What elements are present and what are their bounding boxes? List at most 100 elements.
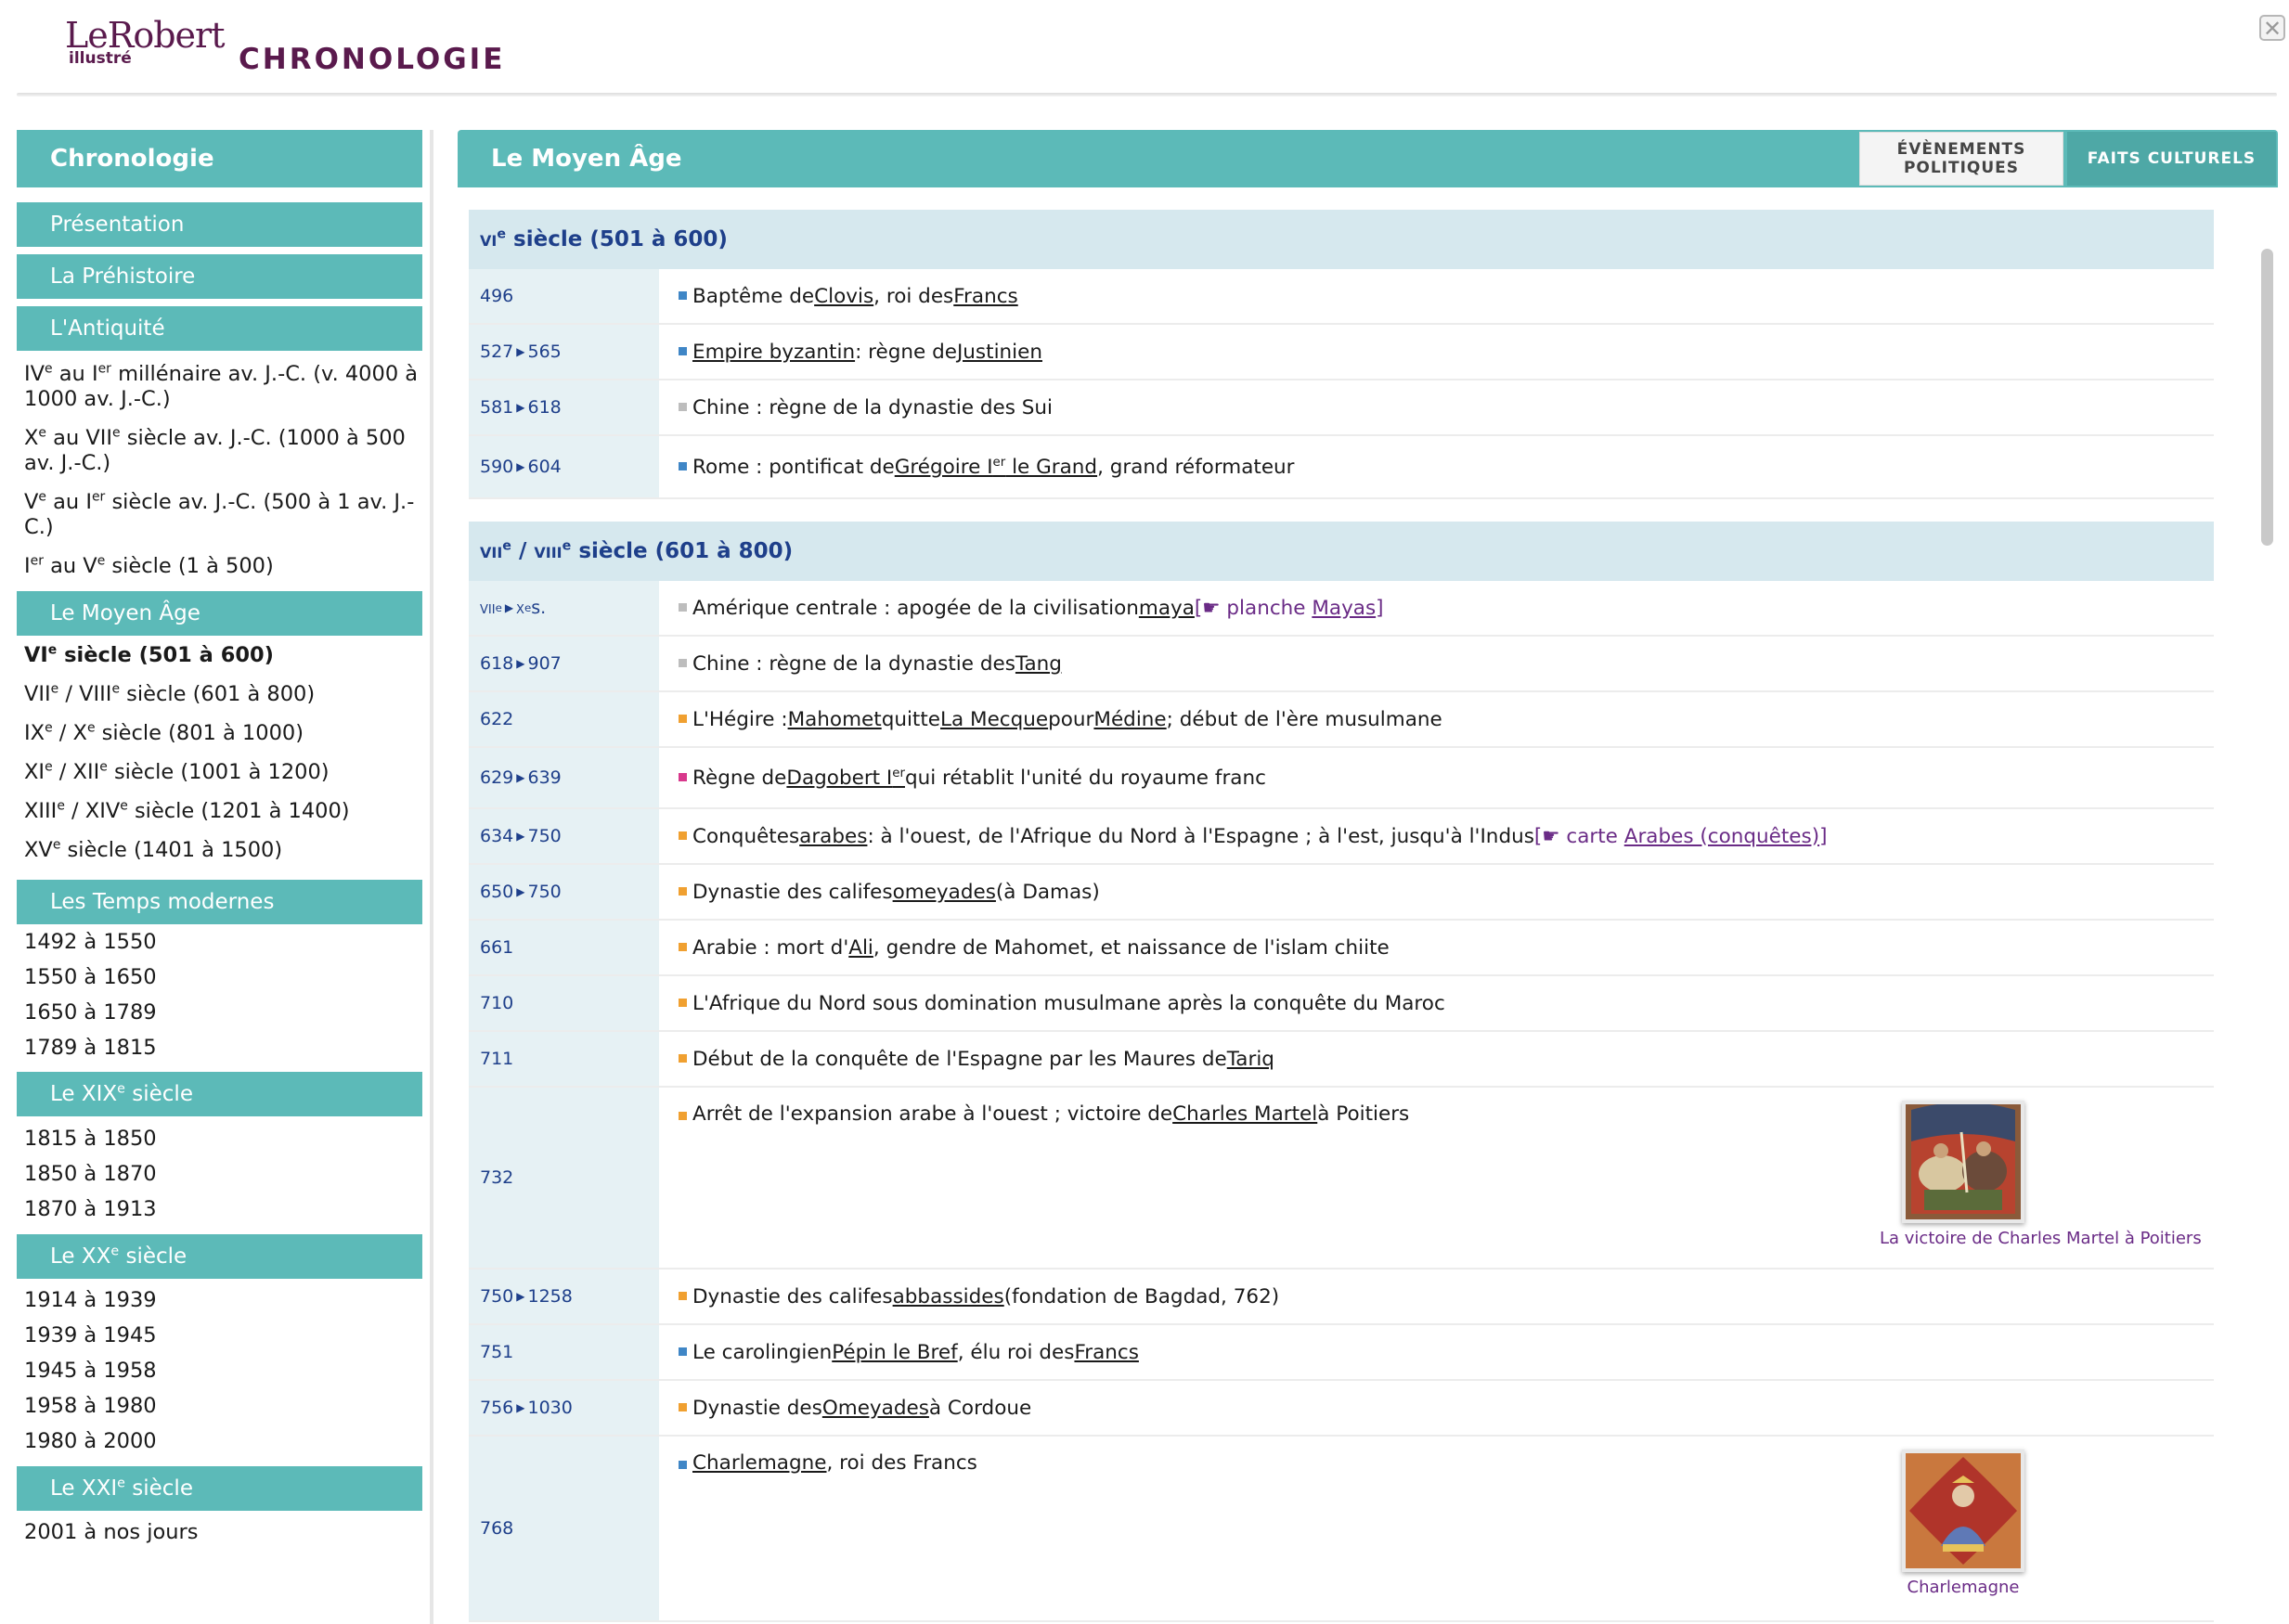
sidebar-item-moyen-age[interactable]: Le Moyen Âge bbox=[17, 591, 422, 636]
charlemagne-image[interactable] bbox=[1902, 1450, 2024, 1572]
table-row: 496 Baptême de Clovis, roi des Francs bbox=[469, 269, 2214, 325]
arrow-right-icon: ▶ bbox=[504, 601, 514, 614]
event-date: 768 bbox=[469, 1437, 659, 1620]
link-maya[interactable]: maya bbox=[1139, 597, 1195, 620]
sidebar-item-tm-3[interactable]: 1650 à 1789 bbox=[24, 1000, 433, 1025]
event-text: Chine : règne de la dynastie des Tang bbox=[659, 637, 2214, 690]
link-tariq[interactable]: Tariq bbox=[1227, 1048, 1274, 1071]
sidebar-item-ma-vi[interactable]: VIe siècle (501 à 600) bbox=[24, 643, 433, 668]
sidebar-item-antiquite[interactable]: L'Antiquité bbox=[17, 306, 422, 351]
table-row: 622 L'Hégire : Mahomet quitte La Mecque … bbox=[469, 692, 2214, 748]
event-text: Arabie : mort d' Ali, gendre de Mahomet, … bbox=[659, 921, 2214, 974]
event-text: Dynastie des Omeyades à Cordoue bbox=[659, 1381, 2214, 1435]
thumbnail-caption[interactable]: La victoire de Charles Martel à Poitiers bbox=[1880, 1229, 2202, 1248]
link-francs[interactable]: Francs bbox=[953, 285, 1017, 308]
sidebar-item-antiquite-1[interactable]: IVe au Ier millénaire av. J.-C. (v. 4000… bbox=[24, 362, 433, 412]
event-date: 751 bbox=[469, 1325, 659, 1379]
link-clovis[interactable]: Clovis bbox=[814, 285, 873, 308]
sidebar-item-xix-1[interactable]: 1815 à 1850 bbox=[24, 1127, 433, 1152]
sidebar-item-ma-vii-viii[interactable]: VIIe / VIIIe siècle (601 à 800) bbox=[24, 682, 433, 707]
sidebar-item-xx-4[interactable]: 1958 à 1980 bbox=[24, 1394, 433, 1419]
table-row: 710 L'Afrique du Nord sous domination mu… bbox=[469, 976, 2214, 1032]
bullet-icon bbox=[679, 603, 687, 612]
sidebar-item-antiquite-3[interactable]: Ve au Ier siècle av. J.-C. (500 à 1 av. … bbox=[24, 490, 433, 540]
bullet-icon bbox=[679, 291, 687, 300]
link-omeyades-2[interactable]: Omeyades bbox=[822, 1397, 929, 1420]
sidebar-item-xxi-1[interactable]: 2001 à nos jours bbox=[24, 1520, 433, 1545]
event-text: Empire byzantin : règne de Justinien bbox=[659, 325, 2214, 379]
sidebar-item-xix[interactable]: Le XIXe siècle bbox=[17, 1072, 422, 1116]
close-icon: ✕ bbox=[2262, 16, 2283, 42]
section-header-vii-viii: viie / viiie siècle (601 à 800) bbox=[469, 522, 2214, 581]
link-tang[interactable]: Tang bbox=[1015, 652, 1062, 676]
battle-image[interactable] bbox=[1902, 1101, 2024, 1223]
sidebar-item-xx-3[interactable]: 1945 à 1958 bbox=[24, 1359, 433, 1384]
link-abbassides[interactable]: abbassides bbox=[893, 1285, 1004, 1308]
link-dagobert[interactable]: Dagobert Ier bbox=[786, 767, 905, 790]
table-row: 629 ▶ 639 Règne de Dagobert Ier qui rétabl… bbox=[469, 748, 2214, 809]
sidebar-item-temps-modernes[interactable]: Les Temps modernes bbox=[17, 880, 422, 924]
sidebar-item-xx[interactable]: Le XXe siècle bbox=[17, 1234, 422, 1279]
tab-faits-culturels[interactable]: Faits culturels bbox=[2067, 132, 2276, 186]
sidebar-item-ma-ix-x[interactable]: IXe / Xe siècle (801 à 1000) bbox=[24, 721, 433, 746]
arrow-right-icon: ▶ bbox=[516, 885, 525, 898]
sidebar-item-xx-1[interactable]: 1914 à 1939 bbox=[24, 1288, 433, 1313]
sidebar-item-tm-1[interactable]: 1492 à 1550 bbox=[24, 930, 433, 955]
scrollbar-thumb[interactable] bbox=[2261, 249, 2273, 546]
table-row: 618 ▶ 907 Chine : règne de la dynastie des… bbox=[469, 637, 2214, 692]
close-button[interactable]: ✕ bbox=[2259, 15, 2285, 41]
bullet-icon bbox=[679, 1347, 687, 1356]
thumbnail-caption[interactable]: Charlemagne bbox=[1880, 1578, 2047, 1597]
link-mahomet[interactable]: Mahomet bbox=[788, 708, 882, 731]
sidebar-item-xix-3[interactable]: 1870 à 1913 bbox=[24, 1197, 433, 1222]
table-row: 750 ▶ 1258 Dynastie des califes abbassides… bbox=[469, 1270, 2214, 1325]
thumbnail-charlemagne[interactable]: Charlemagne bbox=[1880, 1450, 2047, 1597]
timeline-content: vie siècle (501 à 600) 496 Baptême de Cl… bbox=[469, 210, 2214, 1624]
sidebar-item-antiquite-2[interactable]: Xe au VIIe siècle av. J.-C. (1000 à 500 … bbox=[24, 426, 433, 476]
table-row: 581 ▶ 618 Chine : règne de la dynastie des… bbox=[469, 380, 2214, 436]
event-text: Dynastie des califes abbassides (fondati… bbox=[659, 1270, 2214, 1323]
link-empire-byzantin[interactable]: Empire byzantin bbox=[692, 341, 855, 364]
link-omeyades[interactable]: omeyades bbox=[893, 881, 996, 904]
tab-evenements-politiques[interactable]: Évènements politiques bbox=[1859, 132, 2063, 186]
link-pepin-le-bref[interactable]: Pépin le Bref bbox=[832, 1341, 957, 1364]
event-date: 622 bbox=[469, 692, 659, 746]
sidebar-item-ma-xv[interactable]: XVe siècle (1401 à 1500) bbox=[24, 838, 433, 863]
bullet-icon bbox=[679, 659, 687, 667]
bullet-icon bbox=[679, 1292, 687, 1300]
sidebar-item-xx-5[interactable]: 1980 à 2000 bbox=[24, 1429, 433, 1454]
sidebar-item-xx-2[interactable]: 1939 à 1945 bbox=[24, 1323, 433, 1348]
table-row: 527 ▶ 565 Empire byzantin : règne de Justi… bbox=[469, 325, 2214, 380]
sidebar-item-antiquite-4[interactable]: Ier au Ve siècle (1 à 500) bbox=[24, 554, 433, 579]
sidebar-item-tm-2[interactable]: 1550 à 1650 bbox=[24, 965, 433, 990]
section-header-vi: vie siècle (501 à 600) bbox=[469, 210, 2214, 269]
sidebar-item-xix-2[interactable]: 1850 à 1870 bbox=[24, 1162, 433, 1187]
thumbnail-charles-martel[interactable]: La victoire de Charles Martel à Poitiers bbox=[1880, 1101, 2202, 1248]
event-text: L'Afrique du Nord sous domination musulm… bbox=[659, 976, 2214, 1030]
ref-carte-arabes[interactable]: [☛ carte Arabes (conquêtes)] bbox=[1534, 825, 1828, 848]
link-charlemagne[interactable]: Charlemagne bbox=[692, 1451, 826, 1475]
link-medine[interactable]: Médine bbox=[1093, 708, 1166, 731]
link-charles-martel[interactable]: Charles Martel bbox=[1172, 1102, 1317, 1126]
link-justinien[interactable]: Justinien bbox=[957, 341, 1042, 364]
link-arabes[interactable]: arabes bbox=[799, 825, 867, 848]
charlemagne-image-art bbox=[1906, 1453, 2021, 1568]
sidebar-item-xxi[interactable]: Le XXIe siècle bbox=[17, 1466, 422, 1511]
link-la-mecque[interactable]: La Mecque bbox=[940, 708, 1048, 731]
sidebar-item-ma-xiii-xiv[interactable]: XIIIe / XIVe siècle (1201 à 1400) bbox=[24, 799, 433, 824]
ref-planche-mayas[interactable]: [☛ planche Mayas] bbox=[1195, 597, 1384, 620]
event-date: 750 ▶ 1258 bbox=[469, 1270, 659, 1323]
table-row: 661 Arabie : mort d' Ali, gendre de Mahom… bbox=[469, 921, 2214, 976]
arrow-right-icon: ▶ bbox=[516, 771, 525, 784]
sidebar-title: Chronologie bbox=[17, 130, 422, 187]
table-row: 711 Début de la conquête de l'Espagne pa… bbox=[469, 1032, 2214, 1088]
sidebar-item-presentation[interactable]: Présentation bbox=[17, 202, 422, 247]
link-francs-2[interactable]: Francs bbox=[1074, 1341, 1138, 1364]
link-ali[interactable]: Ali bbox=[848, 936, 873, 960]
bullet-icon bbox=[679, 1054, 687, 1063]
sidebar-item-ma-xi-xii[interactable]: XIe / XIIe siècle (1001 à 1200) bbox=[24, 760, 433, 785]
sidebar-item-prehistoire[interactable]: La Préhistoire bbox=[17, 254, 422, 299]
bullet-icon bbox=[679, 773, 687, 781]
link-gregoire[interactable]: Grégoire Ier le Grand bbox=[895, 456, 1097, 479]
sidebar-item-tm-4[interactable]: 1789 à 1815 bbox=[24, 1036, 433, 1061]
